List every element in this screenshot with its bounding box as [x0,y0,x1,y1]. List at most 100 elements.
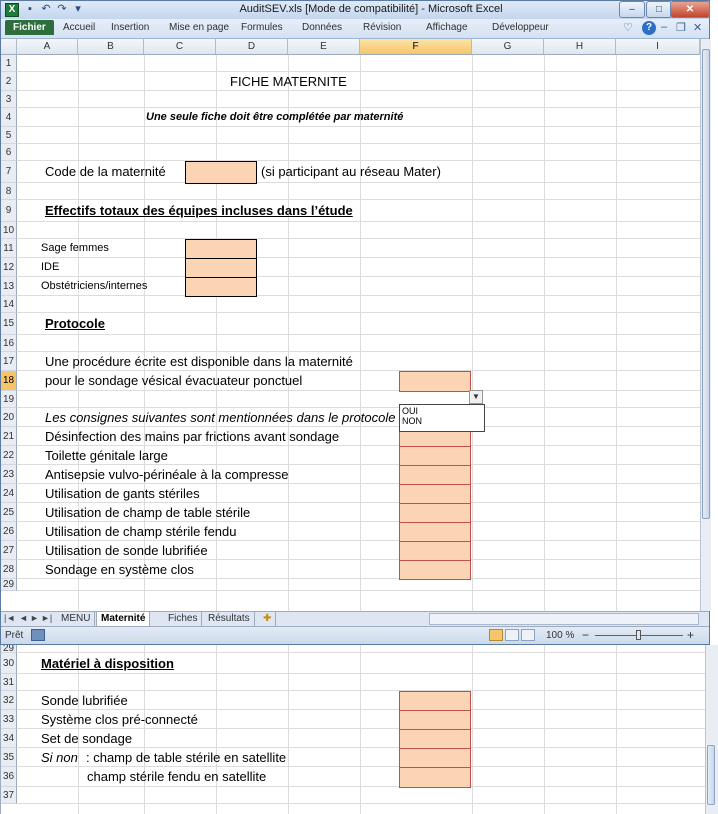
row-header-21[interactable]: 21 [1,427,17,446]
save-icon[interactable]: ▪ [23,3,37,16]
maternity-code-input[interactable] [185,161,257,184]
column-header-b[interactable]: B [78,39,144,55]
equipment-input-35[interactable] [399,748,471,768]
row-header-33[interactable]: 33 [1,710,17,729]
tab-revision[interactable]: Révision [363,22,401,33]
tab-formules[interactable]: Formules [241,22,283,33]
window-close-icon[interactable]: ✕ [693,21,702,34]
row-header-19[interactable]: 19 [1,391,17,408]
row-header-23[interactable]: 23 [1,465,17,484]
row-header-3[interactable]: 3 [1,91,17,108]
redo-icon[interactable]: ↷ [55,3,69,16]
dropdown-option-non[interactable]: NON [402,416,482,426]
help-icon[interactable]: ? [642,21,656,35]
row-header-36[interactable]: 36 [1,767,17,787]
lubricated-catheter-input[interactable] [399,541,471,561]
row-header-10[interactable]: 10 [1,222,17,239]
sterile-slit-drape-input[interactable] [399,522,471,542]
tab-mise-en-page[interactable]: Mise en page [169,22,229,33]
tab-insertion[interactable]: Insertion [111,22,149,33]
ribbon-collapse-icon[interactable]: ♡ [623,21,633,34]
row-header-6[interactable]: 6 [1,144,17,161]
page-break-view-icon[interactable] [521,629,535,641]
column-header-i[interactable]: I [616,39,700,55]
lower-scroll-thumb[interactable] [707,745,715,805]
customize-qat-icon[interactable]: ▾ [71,3,85,16]
row-header-31[interactable]: 31 [1,674,17,691]
row-header-1[interactable]: 1 [1,55,17,72]
row-header-9[interactable]: 9 [1,200,17,222]
closed-system-input[interactable] [399,560,471,580]
column-header-e[interactable]: E [288,39,360,55]
row-header-34[interactable]: 34 [1,729,17,748]
insert-sheet-icon[interactable]: ✚ [259,612,277,626]
zoom-level[interactable]: 100 % [546,630,574,641]
obstetricians-input[interactable] [185,277,257,297]
dropdown-arrow-button[interactable]: ▼ [469,390,483,404]
maximize-button[interactable]: □ [646,1,672,18]
procedure-written-input[interactable] [399,371,471,392]
row-header-37[interactable]: 37 [1,787,17,804]
dropdown-list[interactable]: OUI NON [399,404,485,432]
tab-developpeur[interactable]: Développeur [492,22,549,33]
sterile-gloves-input[interactable] [399,484,471,504]
row-header-8[interactable]: 8 [1,183,17,200]
window-restore-icon[interactable]: ❐ [676,21,686,34]
row-header-30[interactable]: 30 [1,653,17,674]
select-all-corner[interactable] [1,39,17,55]
sheet-tab-resultats[interactable]: Résultats [204,612,255,626]
sterile-table-drape-input[interactable] [399,503,471,523]
close-button[interactable]: ✕ [670,1,710,18]
row-header-29[interactable]: 29 [1,645,17,653]
undo-icon[interactable]: ↶ [39,3,53,16]
row-header-20[interactable]: 20 [1,408,17,427]
row-header-17[interactable]: 17 [1,352,17,371]
row-header-24[interactable]: 24 [1,484,17,503]
row-header-13[interactable]: 13 [1,277,17,296]
midwives-input[interactable] [185,239,257,259]
nurses-input[interactable] [185,258,257,278]
tab-fichier[interactable]: Fichier [5,20,54,35]
equipment-input-36[interactable] [399,767,471,788]
vertical-scroll-thumb[interactable] [702,49,710,519]
tab-accueil[interactable]: Accueil [63,22,95,33]
row-header-35[interactable]: 35 [1,748,17,767]
row-header-12[interactable]: 12 [1,258,17,277]
column-header-a[interactable]: A [17,39,78,55]
row-header-25[interactable]: 25 [1,503,17,522]
window-minimize-icon[interactable]: – [661,21,667,33]
vertical-scrollbar-lower[interactable] [705,645,718,814]
genital-wash-input[interactable] [399,446,471,466]
row-header-26[interactable]: 26 [1,522,17,541]
dropdown-option-oui[interactable]: OUI [402,406,482,416]
last-sheet-button[interactable]: ►| [41,613,52,623]
row-header-18[interactable]: 18 [1,371,17,391]
row-header-15[interactable]: 15 [1,313,17,335]
prev-sheet-button[interactable]: ◄ [19,613,28,623]
worksheet-grid[interactable]: 1 2 3 4 5 6 7 8 9 10 11 12 13 14 15 16 17 18 19 20 21 22 23 24 2… [1,55,700,611]
row-header-4[interactable]: 4 [1,108,17,127]
sheet-tab-fiches[interactable]: Fiches [164,612,203,626]
first-sheet-button[interactable]: |◄ [4,613,15,623]
row-header-29[interactable]: 29 [1,579,17,591]
row-header-2[interactable]: 2 [1,72,17,91]
page-layout-view-icon[interactable] [505,629,519,641]
next-sheet-button[interactable]: ► [30,613,39,623]
sheet-tab-maternite[interactable]: Maternité [96,612,151,626]
row-header-22[interactable]: 22 [1,446,17,465]
equipment-input-34[interactable] [399,729,471,749]
normal-view-icon[interactable] [489,629,503,641]
equipment-input-32[interactable] [399,691,471,711]
column-header-g[interactable]: G [472,39,544,55]
excel-app-icon[interactable]: X [5,3,19,17]
zoom-out-button[interactable]: − [582,628,589,642]
row-header-11[interactable]: 11 [1,239,17,258]
column-header-d[interactable]: D [216,39,288,55]
column-header-c[interactable]: C [144,39,216,55]
zoom-slider-thumb[interactable] [636,630,641,640]
row-header-7[interactable]: 7 [1,161,17,183]
row-header-5[interactable]: 5 [1,127,17,144]
vulvo-perineal-antisepsis-input[interactable] [399,465,471,485]
equipment-input-33[interactable] [399,710,471,730]
column-header-h[interactable]: H [544,39,616,55]
